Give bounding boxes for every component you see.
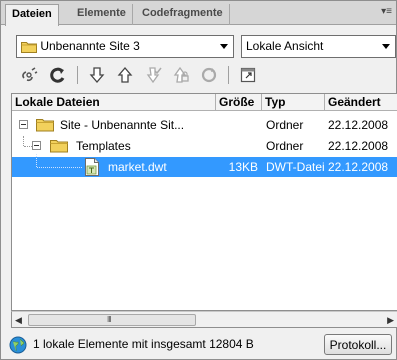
scroll-left-icon[interactable]: ◀ (15, 315, 22, 326)
file-row[interactable]: Site - Unbenannte Sit... Ordner 22.12.20… (12, 115, 397, 135)
tree-line (36, 154, 37, 167)
log-button[interactable]: Protokoll... (324, 334, 392, 355)
expand-panel-icon[interactable] (237, 64, 259, 86)
file-name: market.dwt (108, 160, 167, 174)
folder-icon (21, 42, 37, 53)
file-row[interactable]: Templates Ordner 22.12.2008 (12, 136, 397, 156)
get-files-icon[interactable] (86, 64, 108, 86)
status-text: 1 lokale Elemente mit insgesamt 12804 B (33, 337, 254, 351)
view-select-value: Lokale Ansicht (246, 39, 324, 53)
file-type: DWT-Datei (266, 160, 325, 174)
file-name: Templates (76, 139, 131, 153)
refresh-icon[interactable] (47, 64, 69, 86)
check-out-icon[interactable] (142, 64, 164, 86)
horizontal-scrollbar[interactable]: ◀ III ▶ (11, 311, 397, 328)
chevron-down-icon (382, 44, 390, 49)
scrollbar-thumb[interactable]: III (28, 314, 196, 326)
tab-dateien[interactable]: Dateien (5, 4, 59, 26)
tree-line (23, 136, 24, 146)
column-header-modified[interactable]: Geändert (325, 94, 397, 111)
put-files-icon[interactable] (114, 64, 136, 86)
file-modified: 22.12.2008 (328, 160, 389, 174)
view-select[interactable]: Lokale Ansicht (241, 35, 396, 58)
scroll-right-icon[interactable]: ▶ (387, 315, 394, 326)
site-select[interactable]: Unbenannte Site 3 (16, 35, 234, 58)
synchronize-icon[interactable] (198, 64, 220, 86)
connect-icon[interactable] (19, 64, 41, 86)
column-header-type[interactable]: Typ (262, 94, 325, 111)
toolbar-divider (77, 66, 78, 84)
chevron-down-icon (220, 44, 228, 49)
folder-icon (50, 140, 68, 153)
globe-icon (9, 336, 27, 354)
files-toolbar (19, 63, 265, 87)
file-type: Ordner (266, 139, 304, 153)
status-bar: 1 lokale Elemente mit insgesamt 12804 B … (1, 331, 396, 359)
file-list[interactable]: Lokale Dateien Größe Typ Geändert Site -… (11, 93, 397, 311)
site-select-value: Unbenannte Site 3 (40, 39, 140, 53)
file-modified: 22.12.2008 (328, 118, 389, 132)
collapse-icon[interactable] (32, 141, 41, 150)
tab-elemente[interactable]: Elemente (71, 4, 133, 25)
folder-icon (36, 119, 54, 132)
collapse-icon[interactable] (19, 120, 28, 129)
file-modified: 22.12.2008 (328, 139, 389, 153)
file-type: Ordner (266, 118, 304, 132)
tree-line (37, 167, 82, 168)
template-file-icon (85, 158, 99, 176)
tab-codefragmente[interactable]: Codefragmente (136, 4, 230, 25)
panel-options-menu-icon[interactable]: ▾≡ (381, 6, 392, 17)
column-header-size[interactable]: Größe (216, 94, 262, 111)
file-list-header: Lokale Dateien Größe Typ Geändert (12, 94, 397, 111)
file-row[interactable]: market.dwt 13KB DWT-Datei 22.12.2008 (12, 154, 397, 177)
tree-line (24, 146, 32, 147)
check-in-icon[interactable] (170, 64, 192, 86)
panel-tab-bar: Dateien Elemente Codefragmente ▾≡ (1, 1, 396, 26)
files-panel: Dateien Elemente Codefragmente ▾≡ Unbena… (0, 0, 397, 360)
toolbar-divider (228, 66, 229, 84)
column-header-name[interactable]: Lokale Dateien (12, 94, 216, 111)
file-size: 13KB (228, 160, 258, 174)
scrollbar-grip: III (107, 315, 112, 324)
file-name: Site - Unbenannte Sit... (60, 118, 185, 132)
